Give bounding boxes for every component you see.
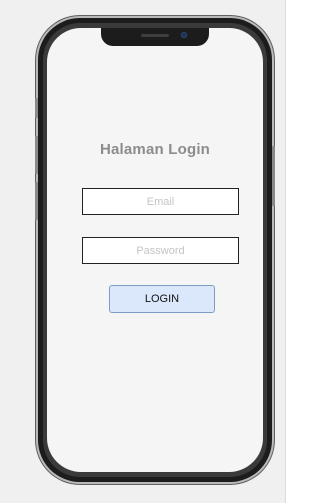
login-button[interactable]: LOGIN [109,285,215,313]
speaker-grille [141,34,169,37]
volume-down-button [35,182,38,220]
mute-switch [35,98,38,118]
power-button [272,146,275,206]
password-field[interactable] [82,237,239,264]
front-camera-icon [181,32,187,38]
phone-screen: Halaman Login LOGIN [47,28,263,472]
volume-up-button [35,136,38,174]
page-title: Halaman Login [99,141,211,158]
email-field[interactable] [82,188,239,215]
phone-notch [101,28,209,46]
